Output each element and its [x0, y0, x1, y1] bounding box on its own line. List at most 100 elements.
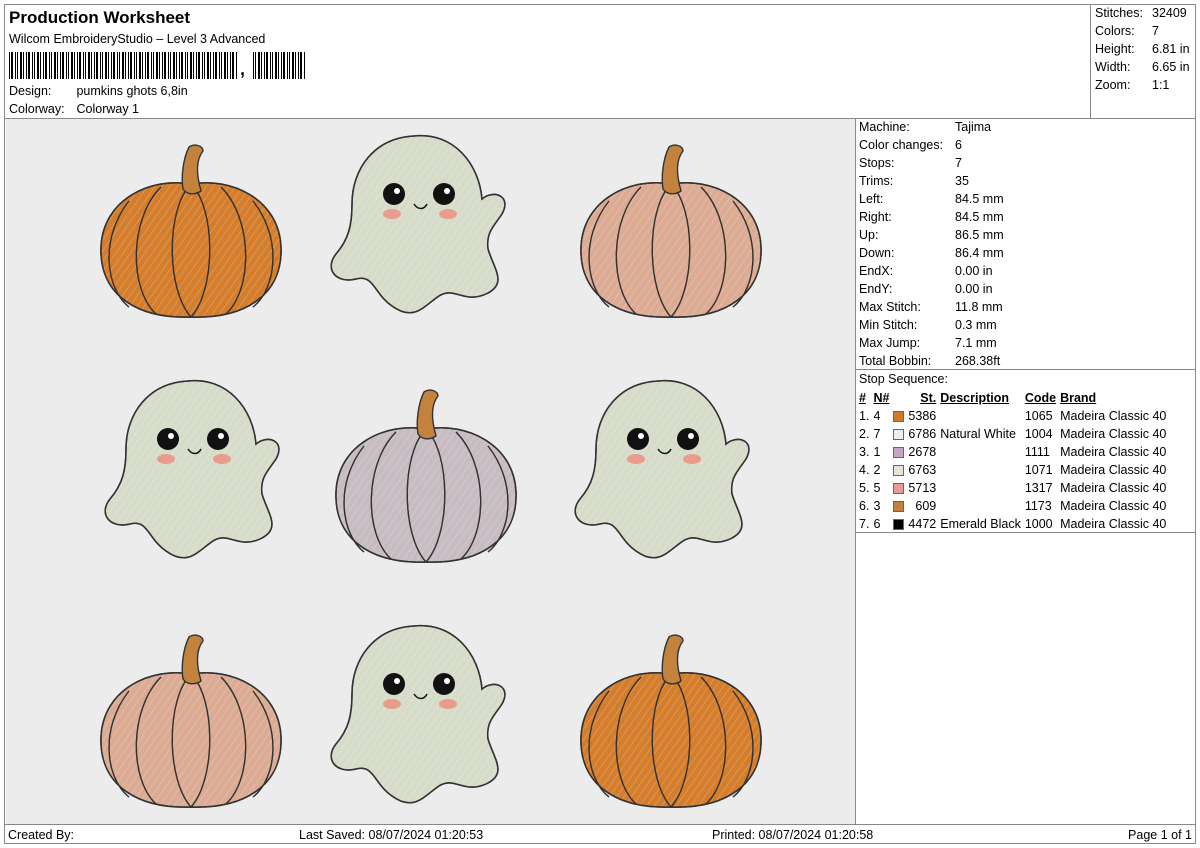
colorway-row: Colorway: Colorway 1 — [9, 102, 139, 116]
barcode-bar — [26, 52, 27, 79]
barcode-bar — [278, 52, 279, 79]
machine-info-row: Right: 84.5 mm — [859, 210, 1004, 224]
preview-divider — [855, 118, 856, 824]
barcode-bar — [173, 52, 175, 79]
info-value: Tajima — [955, 120, 992, 134]
row-code: 1004 — [1024, 427, 1053, 441]
row-brand: Madeira Classic 40 — [1060, 409, 1167, 423]
row-index: 5. — [859, 481, 870, 495]
design-row: Design: pumkins ghots 6,8in — [9, 84, 188, 98]
software-name: Wilcom EmbroideryStudio – Level 3 Advanc… — [9, 32, 266, 46]
barcode-bar — [108, 52, 109, 79]
barcode-bar — [298, 52, 299, 79]
barcode-bar — [145, 52, 146, 79]
barcode-bar — [37, 52, 39, 79]
table-row: 6. 3 609 1173 Madeira Classic 40 — [857, 497, 1168, 515]
barcode-bar — [187, 52, 188, 79]
barcode-bar — [105, 52, 107, 79]
barcode-bar — [224, 52, 226, 79]
barcode-bar — [210, 52, 211, 79]
info-value: 0.00 in — [955, 282, 993, 296]
row-code: 1065 — [1024, 409, 1053, 423]
info-divider — [855, 369, 1196, 370]
barcode-bar — [168, 52, 169, 79]
barcode-bar — [221, 52, 222, 79]
last-saved: Last Saved: 08/07/2024 01:20:53 — [299, 828, 484, 842]
row-needle: 5 — [873, 481, 881, 495]
barcode-bar — [17, 52, 18, 79]
stat-row: Height: 6.81 in — [1095, 42, 1190, 56]
barcode-bar — [57, 52, 58, 79]
row-stitches: 609 — [915, 499, 937, 513]
machine-info-row: EndY: 0.00 in — [859, 282, 993, 296]
info-label: Left: — [859, 192, 884, 206]
info-label: Down: — [859, 246, 895, 260]
page-title: Production Worksheet — [9, 8, 191, 27]
barcode-bar — [28, 52, 30, 79]
info-label: Trims: — [859, 174, 894, 188]
barcode-bar — [117, 52, 118, 79]
row-needle: 1 — [873, 445, 881, 459]
barcode-separator: , — [240, 59, 246, 79]
info-value: 7.1 mm — [955, 336, 997, 350]
row-code: 1071 — [1024, 463, 1053, 477]
info-value: 0.00 in — [955, 264, 993, 278]
info-label: Color changes: — [859, 138, 944, 152]
design-value: pumkins ghots 6,8in — [76, 84, 188, 98]
barcode-bar — [9, 52, 10, 79]
row-brand: Madeira Classic 40 — [1060, 445, 1167, 459]
barcode-bar — [45, 52, 47, 79]
row-swatch — [891, 497, 906, 515]
row-code: 1173 — [1024, 499, 1052, 513]
barcode-bar — [96, 52, 98, 79]
stop-sequence-title: Stop Sequence: — [859, 372, 948, 386]
barcode-bar — [292, 52, 294, 79]
info-label: Up: — [859, 228, 879, 242]
barcode-bar — [232, 52, 234, 79]
info-value: 11.8 mm — [955, 300, 1003, 314]
barcode-bar — [54, 52, 56, 79]
row-brand: Madeira Classic 40 — [1060, 463, 1167, 477]
barcode-bar — [181, 52, 183, 79]
created-by: Created By: — [8, 828, 75, 842]
barcode-bar — [255, 52, 256, 79]
machine-info-row: Color changes: 6 — [859, 138, 962, 152]
machine-info-row: Down: 86.4 mm — [859, 246, 1004, 260]
table-row: 5. 5 5713 1317 Madeira Classic 40 — [857, 479, 1168, 497]
barcode-bar — [85, 52, 86, 79]
info-value: 86.5 mm — [955, 228, 1004, 242]
info-value: 84.5 mm — [955, 210, 1004, 224]
row-stitches: 5386 — [908, 409, 937, 423]
barcode-bar — [102, 52, 103, 79]
barcode-bar — [159, 52, 160, 79]
info-label: Stops: — [859, 156, 895, 170]
barcode-bar — [77, 52, 78, 79]
barcode-bar — [91, 52, 92, 79]
table-row: 3. 1 2678 1111 Madeira Classic 40 — [857, 443, 1168, 461]
barcode-bar — [122, 52, 124, 79]
stop-sequence-table: # N# St. Description Code Brand 1. 4 5386 1… — [857, 389, 1168, 533]
row-index: 4. — [859, 463, 870, 477]
barcode-bar — [142, 52, 143, 79]
row-stitches: 4472 — [908, 517, 937, 531]
row-description — [938, 407, 1023, 425]
machine-info-row: Left: 84.5 mm — [859, 192, 1004, 206]
color-swatch — [893, 447, 905, 459]
row-code: 1000 — [1024, 517, 1053, 531]
color-swatch — [893, 519, 905, 531]
barcode-bar — [43, 52, 44, 79]
color-swatch — [893, 465, 905, 477]
barcode-bar — [125, 52, 126, 79]
barcode-bar — [151, 52, 152, 79]
info-label: Min Stitch: — [859, 318, 918, 332]
barcode-bar — [215, 52, 217, 79]
row-stitches: 6763 — [908, 463, 937, 477]
machine-info-row: Trims: 35 — [859, 174, 969, 188]
barcode-bar — [219, 52, 220, 79]
barcode-bar — [68, 52, 69, 79]
row-stitches: 6786 — [908, 427, 937, 441]
barcode-bar — [213, 52, 214, 79]
row-index: 1. — [859, 409, 870, 423]
color-swatch — [893, 429, 905, 441]
barcode-bar — [74, 52, 75, 79]
